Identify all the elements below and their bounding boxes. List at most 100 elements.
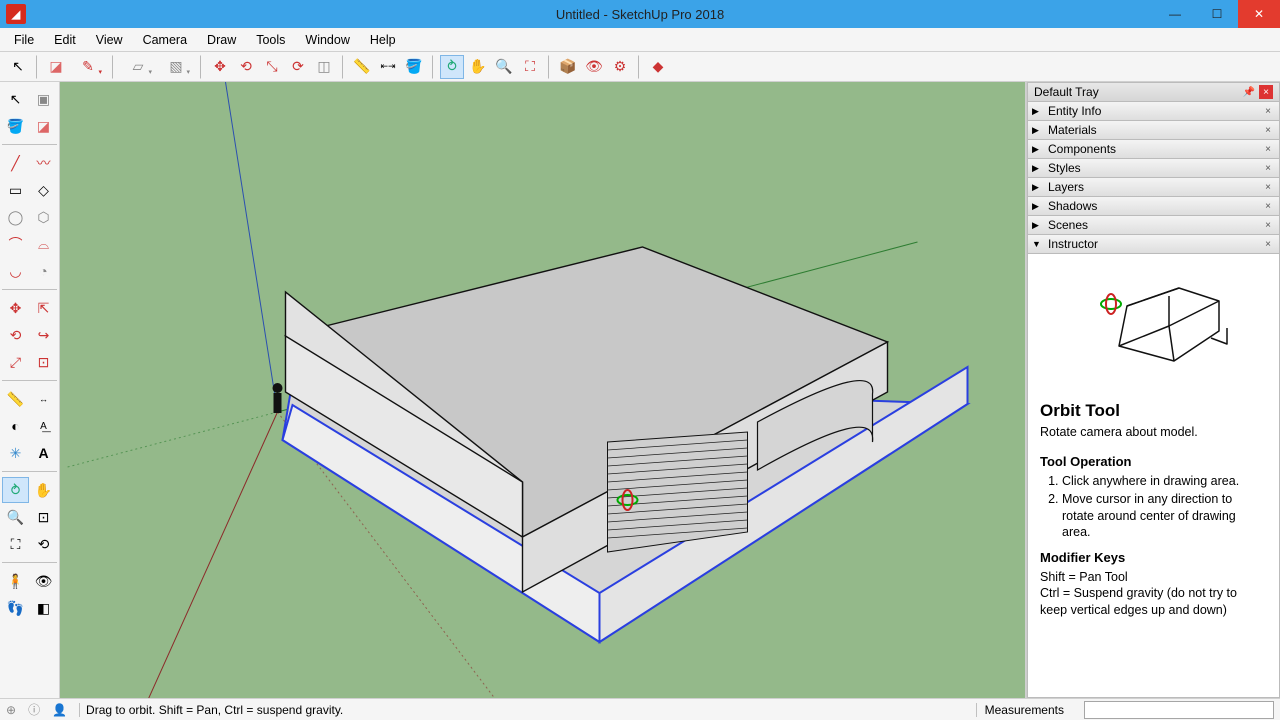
pie-icon[interactable]: ◔ <box>30 258 57 284</box>
panel-close-icon[interactable]: × <box>1261 106 1275 117</box>
paint-icon[interactable]: 🪣 <box>2 113 29 139</box>
menu-view[interactable]: View <box>86 30 133 50</box>
pan-tool-icon[interactable]: ✋ <box>466 55 490 79</box>
panel-shadows[interactable]: ▶Shadows× <box>1027 197 1280 216</box>
panel-styles[interactable]: ▶Styles× <box>1027 159 1280 178</box>
menu-file[interactable]: File <box>4 30 44 50</box>
zoom-tool-icon[interactable]: 🔍 <box>492 55 516 79</box>
rotate-tool-icon[interactable]: ⟲ <box>234 55 258 79</box>
person-icon[interactable]: 👤 <box>52 703 67 717</box>
move-icon[interactable]: ✥ <box>2 295 29 321</box>
menu-camera[interactable]: Camera <box>133 30 197 50</box>
section-icon[interactable]: ◧ <box>30 595 57 621</box>
instructor-illustration <box>1040 276 1267 376</box>
panel-close-icon[interactable]: × <box>1261 125 1275 136</box>
panel-close-icon[interactable]: × <box>1261 239 1275 250</box>
scale-icon[interactable]: ⤢ <box>2 349 29 375</box>
line-icon[interactable]: ╱ <box>2 150 29 176</box>
toolbar-separator <box>36 55 38 79</box>
offset-icon[interactable]: ⊡ <box>30 349 57 375</box>
panel-close-icon[interactable]: × <box>1261 144 1275 155</box>
panel-close-icon[interactable]: × <box>1261 182 1275 193</box>
panel-entity-info[interactable]: ▶Entity Info× <box>1027 102 1280 121</box>
rotated-rect-icon[interactable]: ◇ <box>30 177 57 203</box>
arc3-icon[interactable]: ◡ <box>2 258 29 284</box>
pan-icon[interactable]: ✋ <box>30 477 57 503</box>
rectangle-tool-icon[interactable]: ▱ <box>120 55 156 79</box>
measurements-input[interactable] <box>1084 701 1274 719</box>
select-icon[interactable]: ↖ <box>2 86 29 112</box>
text-icon[interactable]: A͟ <box>30 413 57 439</box>
pin-icon[interactable]: 📌 <box>1243 87 1255 98</box>
paint-tool-icon[interactable]: 🪣 <box>402 55 426 79</box>
geolocation-icon[interactable]: ⊕ <box>6 703 16 717</box>
maximize-button[interactable]: ☐ <box>1196 0 1238 28</box>
offset-tool-icon[interactable]: ⟳ <box>286 55 310 79</box>
zoom-window-icon[interactable]: ⊡ <box>30 504 57 530</box>
eraser-icon[interactable]: ◪ <box>30 113 57 139</box>
menu-window[interactable]: Window <box>295 30 359 50</box>
close-button[interactable]: ✕ <box>1238 0 1280 28</box>
menu-tools[interactable]: Tools <box>246 30 295 50</box>
eraser-tool-icon[interactable]: ◪ <box>44 55 68 79</box>
axes-icon[interactable]: ✳ <box>2 440 29 466</box>
position-camera-icon[interactable]: 🧍 <box>2 568 29 594</box>
chevron-right-icon: ▶ <box>1032 106 1042 117</box>
freehand-icon[interactable]: 〰 <box>30 150 57 176</box>
panel-instructor[interactable]: ▼Instructor× <box>1027 235 1280 254</box>
pushpull-tool-icon[interactable]: ▧ <box>158 55 194 79</box>
orbit-tool-icon[interactable]: ⥁ <box>440 55 464 79</box>
tape-icon[interactable]: 📏 <box>2 386 29 412</box>
panel-scenes[interactable]: ▶Scenes× <box>1027 216 1280 235</box>
panel-layers[interactable]: ▶Layers× <box>1027 178 1280 197</box>
content-area: ↖▣ 🪣◪ ╱〰 ▭◇ ◯⬡ ⌒⌓ ◡◔ ✥⇱ ⟲↪ ⤢⊡ 📏↔ ◐A͟ ✳A … <box>0 82 1280 698</box>
tray-header[interactable]: Default Tray 📌 × <box>1027 82 1280 102</box>
protractor-icon[interactable]: ◐ <box>2 413 29 439</box>
polygon-icon[interactable]: ⬡ <box>30 204 57 230</box>
followme-tool-icon[interactable]: ◫ <box>312 55 336 79</box>
chevron-down-icon: ▼ <box>1032 239 1042 249</box>
scale-tool-icon[interactable]: ⤡ <box>260 55 284 79</box>
menu-edit[interactable]: Edit <box>44 30 86 50</box>
dimension-tool-icon[interactable]: ⇤⇥ <box>376 55 400 79</box>
arc2-icon[interactable]: ⌓ <box>30 231 57 257</box>
warehouse-get-icon[interactable]: 📦 <box>556 55 580 79</box>
followme-icon[interactable]: ↪ <box>30 322 57 348</box>
arc-icon[interactable]: ⌒ <box>2 231 29 257</box>
tray-close-icon[interactable]: × <box>1259 85 1273 99</box>
warehouse-share-icon[interactable]: 👁 <box>582 55 606 79</box>
panel-materials[interactable]: ▶Materials× <box>1027 121 1280 140</box>
credits-icon[interactable]: ⓘ <box>28 701 40 718</box>
extension-warehouse-icon[interactable]: ◆ <box>646 55 670 79</box>
rectangle-icon[interactable]: ▭ <box>2 177 29 203</box>
circle-icon[interactable]: ◯ <box>2 204 29 230</box>
select-tool-icon[interactable]: ↖ <box>6 55 30 79</box>
3dtext-icon[interactable]: A <box>30 440 57 466</box>
zoom-extents-icon[interactable]: ⛶ <box>2 531 29 557</box>
move-tool-icon[interactable]: ✥ <box>208 55 232 79</box>
walk-icon[interactable]: 👣 <box>2 595 29 621</box>
extension-icon[interactable]: ⚙ <box>608 55 632 79</box>
zoom-icon[interactable]: 🔍 <box>2 504 29 530</box>
menu-help[interactable]: Help <box>360 30 406 50</box>
tape-tool-icon[interactable]: 📏 <box>350 55 374 79</box>
zoom-extents-icon[interactable]: ⛶ <box>518 55 542 79</box>
previous-icon[interactable]: ⟲ <box>30 531 57 557</box>
dimension-icon[interactable]: ↔ <box>30 386 57 412</box>
rotate-icon[interactable]: ⟲ <box>2 322 29 348</box>
panel-close-icon[interactable]: × <box>1261 220 1275 231</box>
toolbar-top: ↖ ◪ ✎ ▱ ▧ ✥ ⟲ ⤡ ⟳ ◫ 📏 ⇤⇥ 🪣 ⥁ ✋ 🔍 ⛶ 📦 👁 ⚙… <box>0 52 1280 82</box>
component-icon[interactable]: ▣ <box>30 86 57 112</box>
orbit-icon[interactable]: ⥁ <box>2 477 29 503</box>
pushpull-icon[interactable]: ⇱ <box>30 295 57 321</box>
viewport[interactable] <box>60 82 1026 698</box>
minimize-button[interactable]: — <box>1154 0 1196 28</box>
panel-close-icon[interactable]: × <box>1261 201 1275 212</box>
menu-draw[interactable]: Draw <box>197 30 246 50</box>
instructor-panel-body: Orbit Tool Rotate camera about model. To… <box>1027 254 1280 698</box>
pencil-tool-icon[interactable]: ✎ <box>70 55 106 79</box>
panel-close-icon[interactable]: × <box>1261 163 1275 174</box>
panel-components[interactable]: ▶Components× <box>1027 140 1280 159</box>
default-tray: Default Tray 📌 × ▶Entity Info× ▶Material… <box>1026 82 1280 698</box>
look-around-icon[interactable]: 👁 <box>30 568 57 594</box>
